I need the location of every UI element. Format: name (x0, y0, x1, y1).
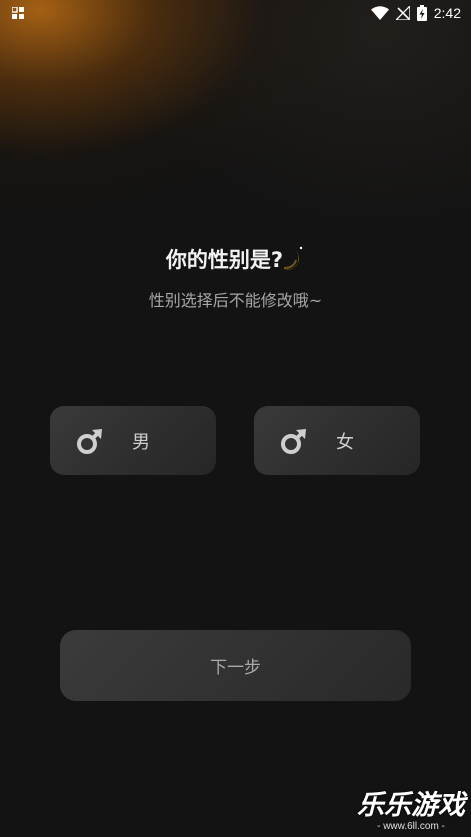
page-subtitle: 性别选择后不能修改哦~ (148, 291, 323, 310)
wifi-icon (370, 6, 389, 20)
female-option-button[interactable]: 女 (254, 406, 420, 475)
app-grid-icon (12, 7, 24, 19)
status-time: 2:42 (433, 5, 461, 21)
watermark-title: 乐乐游戏 (357, 790, 465, 821)
next-step-button[interactable]: 下一步 (60, 630, 411, 701)
page-title: 你的性别是? (165, 248, 284, 272)
title-row: 你的性别是? (0, 244, 471, 274)
male-label: 男 (132, 432, 150, 453)
male-symbol-icon (281, 429, 306, 454)
male-symbol-icon (77, 429, 102, 454)
battery-charging-icon (416, 5, 427, 21)
female-label: 女 (336, 432, 354, 453)
watermark-url: - www.6ll.com - (377, 821, 445, 832)
status-bar: 2:42 (0, 0, 471, 26)
watermark: 乐乐游戏 - www.6ll.com - (355, 791, 467, 833)
no-signal-icon (395, 6, 410, 20)
moon-icon (283, 246, 303, 270)
male-option-button[interactable]: 男 (50, 406, 216, 475)
